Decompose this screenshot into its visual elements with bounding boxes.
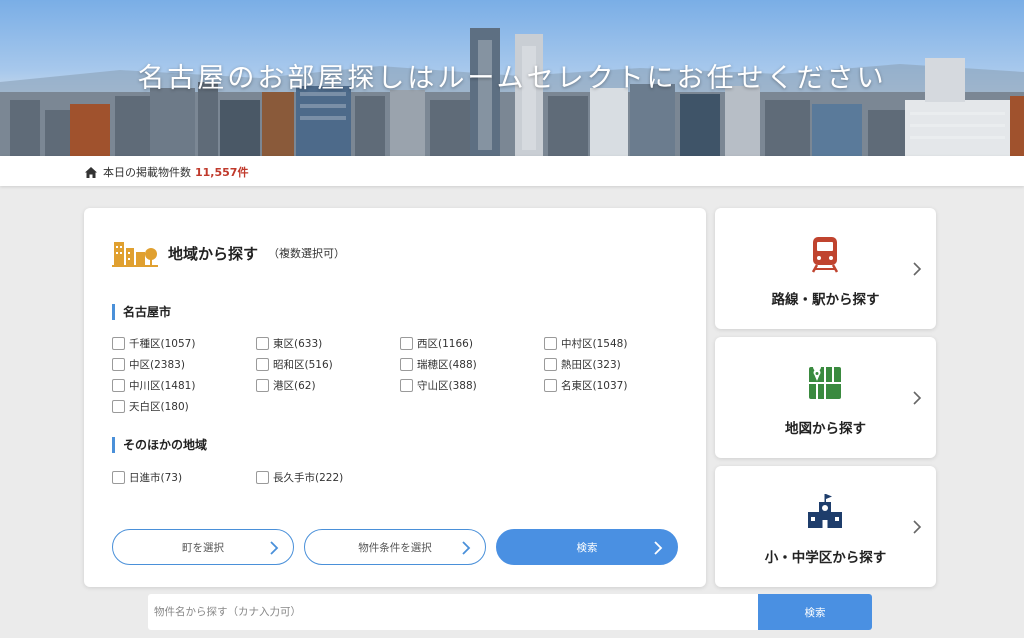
ward-checkbox[interactable]: 港区(62) (256, 377, 400, 393)
ward-checkbox[interactable]: 天白区(180) (112, 398, 256, 414)
checkbox-box[interactable] (112, 357, 125, 371)
select-conditions-button[interactable]: 物件条件を選択 (304, 529, 486, 565)
checkbox-box[interactable] (112, 470, 125, 484)
area-checkbox[interactable]: 日進市(73) (112, 469, 256, 485)
chevron-right-icon (913, 262, 922, 276)
hero-title: 名古屋のお部屋探しはルームセレクトにお任せください (137, 63, 887, 94)
ward-checkbox[interactable]: 守山区(388) (400, 377, 544, 393)
checkbox-box[interactable] (400, 336, 413, 350)
checkbox-box[interactable] (112, 378, 125, 392)
listing-count-value: 11,557件 (195, 166, 249, 179)
search-by-line-card[interactable]: 路線・駅から探す (715, 208, 936, 329)
property-name-search-button[interactable]: 検索 (758, 594, 872, 630)
chevron-right-icon (654, 541, 663, 555)
ward-checkbox[interactable]: 熱田区(323) (544, 356, 688, 372)
ward-checkbox[interactable]: 中区(2383) (112, 356, 256, 372)
checkbox-box[interactable] (112, 336, 125, 350)
checkbox-box[interactable] (256, 470, 269, 484)
ward-checkbox[interactable]: 中村区(1548) (544, 335, 688, 351)
area-search-subtitle: （複数選択可） (268, 247, 346, 260)
chevron-right-icon (913, 391, 922, 405)
ward-checkbox[interactable]: 千種区(1057) (112, 335, 256, 351)
train-icon (811, 237, 839, 273)
select-town-button[interactable]: 町を選択 (112, 529, 294, 565)
search-by-map-label: 地図から探す (785, 421, 866, 437)
nagoya-ward-list: 千種区(1057) 東区(633) 西区(1166) 中村区(1548) 中区(… (112, 335, 692, 414)
ward-checkbox[interactable]: 東区(633) (256, 335, 400, 351)
checkbox-box[interactable] (256, 357, 269, 371)
ward-checkbox[interactable]: 名東区(1037) (544, 377, 688, 393)
checkbox-box[interactable] (112, 399, 125, 413)
school-icon (808, 494, 842, 528)
checkbox-box[interactable] (544, 336, 557, 350)
hero-banner: 名古屋のお部屋探しはルームセレクトにお任せください (0, 0, 1024, 156)
property-name-search: 検索 (148, 594, 872, 630)
checkbox-box[interactable] (256, 378, 269, 392)
area-search-button[interactable]: 検索 (496, 529, 678, 565)
area-search-card: 地域から探す （複数選択可） 名古屋市 千種区(1057) 東区(633) 西区… (84, 208, 706, 587)
listing-count-bar: 本日の掲載物件数 11,557件 (0, 156, 1024, 186)
checkbox-box[interactable] (544, 378, 557, 392)
area-checkbox[interactable]: 長久手市(222) (256, 469, 400, 485)
search-by-school-district-card[interactable]: 小・中学区から探す (715, 466, 936, 587)
home-icon (85, 166, 97, 178)
checkbox-box[interactable] (256, 336, 269, 350)
search-by-school-district-label: 小・中学区から探す (764, 550, 887, 566)
area-search-title: 地域から探す (168, 244, 259, 263)
ward-checkbox[interactable]: 西区(1166) (400, 335, 544, 351)
city-buildings-icon (112, 242, 158, 267)
checkbox-box[interactable] (400, 357, 413, 371)
map-icon (809, 363, 841, 399)
checkbox-box[interactable] (544, 357, 557, 371)
checkbox-box[interactable] (400, 378, 413, 392)
chevron-right-icon (462, 541, 471, 555)
nagoya-section-label: 名古屋市 (112, 304, 171, 320)
other-area-list: 日進市(73) 長久手市(222) (112, 469, 692, 485)
chevron-right-icon (913, 520, 922, 534)
chevron-right-icon (270, 541, 279, 555)
ward-checkbox[interactable]: 中川区(1481) (112, 377, 256, 393)
search-by-line-label: 路線・駅から探す (771, 292, 880, 308)
other-area-section-label: そのほかの地域 (112, 437, 207, 453)
ward-checkbox[interactable]: 瑞穂区(488) (400, 356, 544, 372)
ward-checkbox[interactable]: 昭和区(516) (256, 356, 400, 372)
property-name-input[interactable] (148, 594, 758, 630)
search-by-map-card[interactable]: 地図から探す (715, 337, 936, 458)
listing-count-label: 本日の掲載物件数 (103, 166, 191, 179)
